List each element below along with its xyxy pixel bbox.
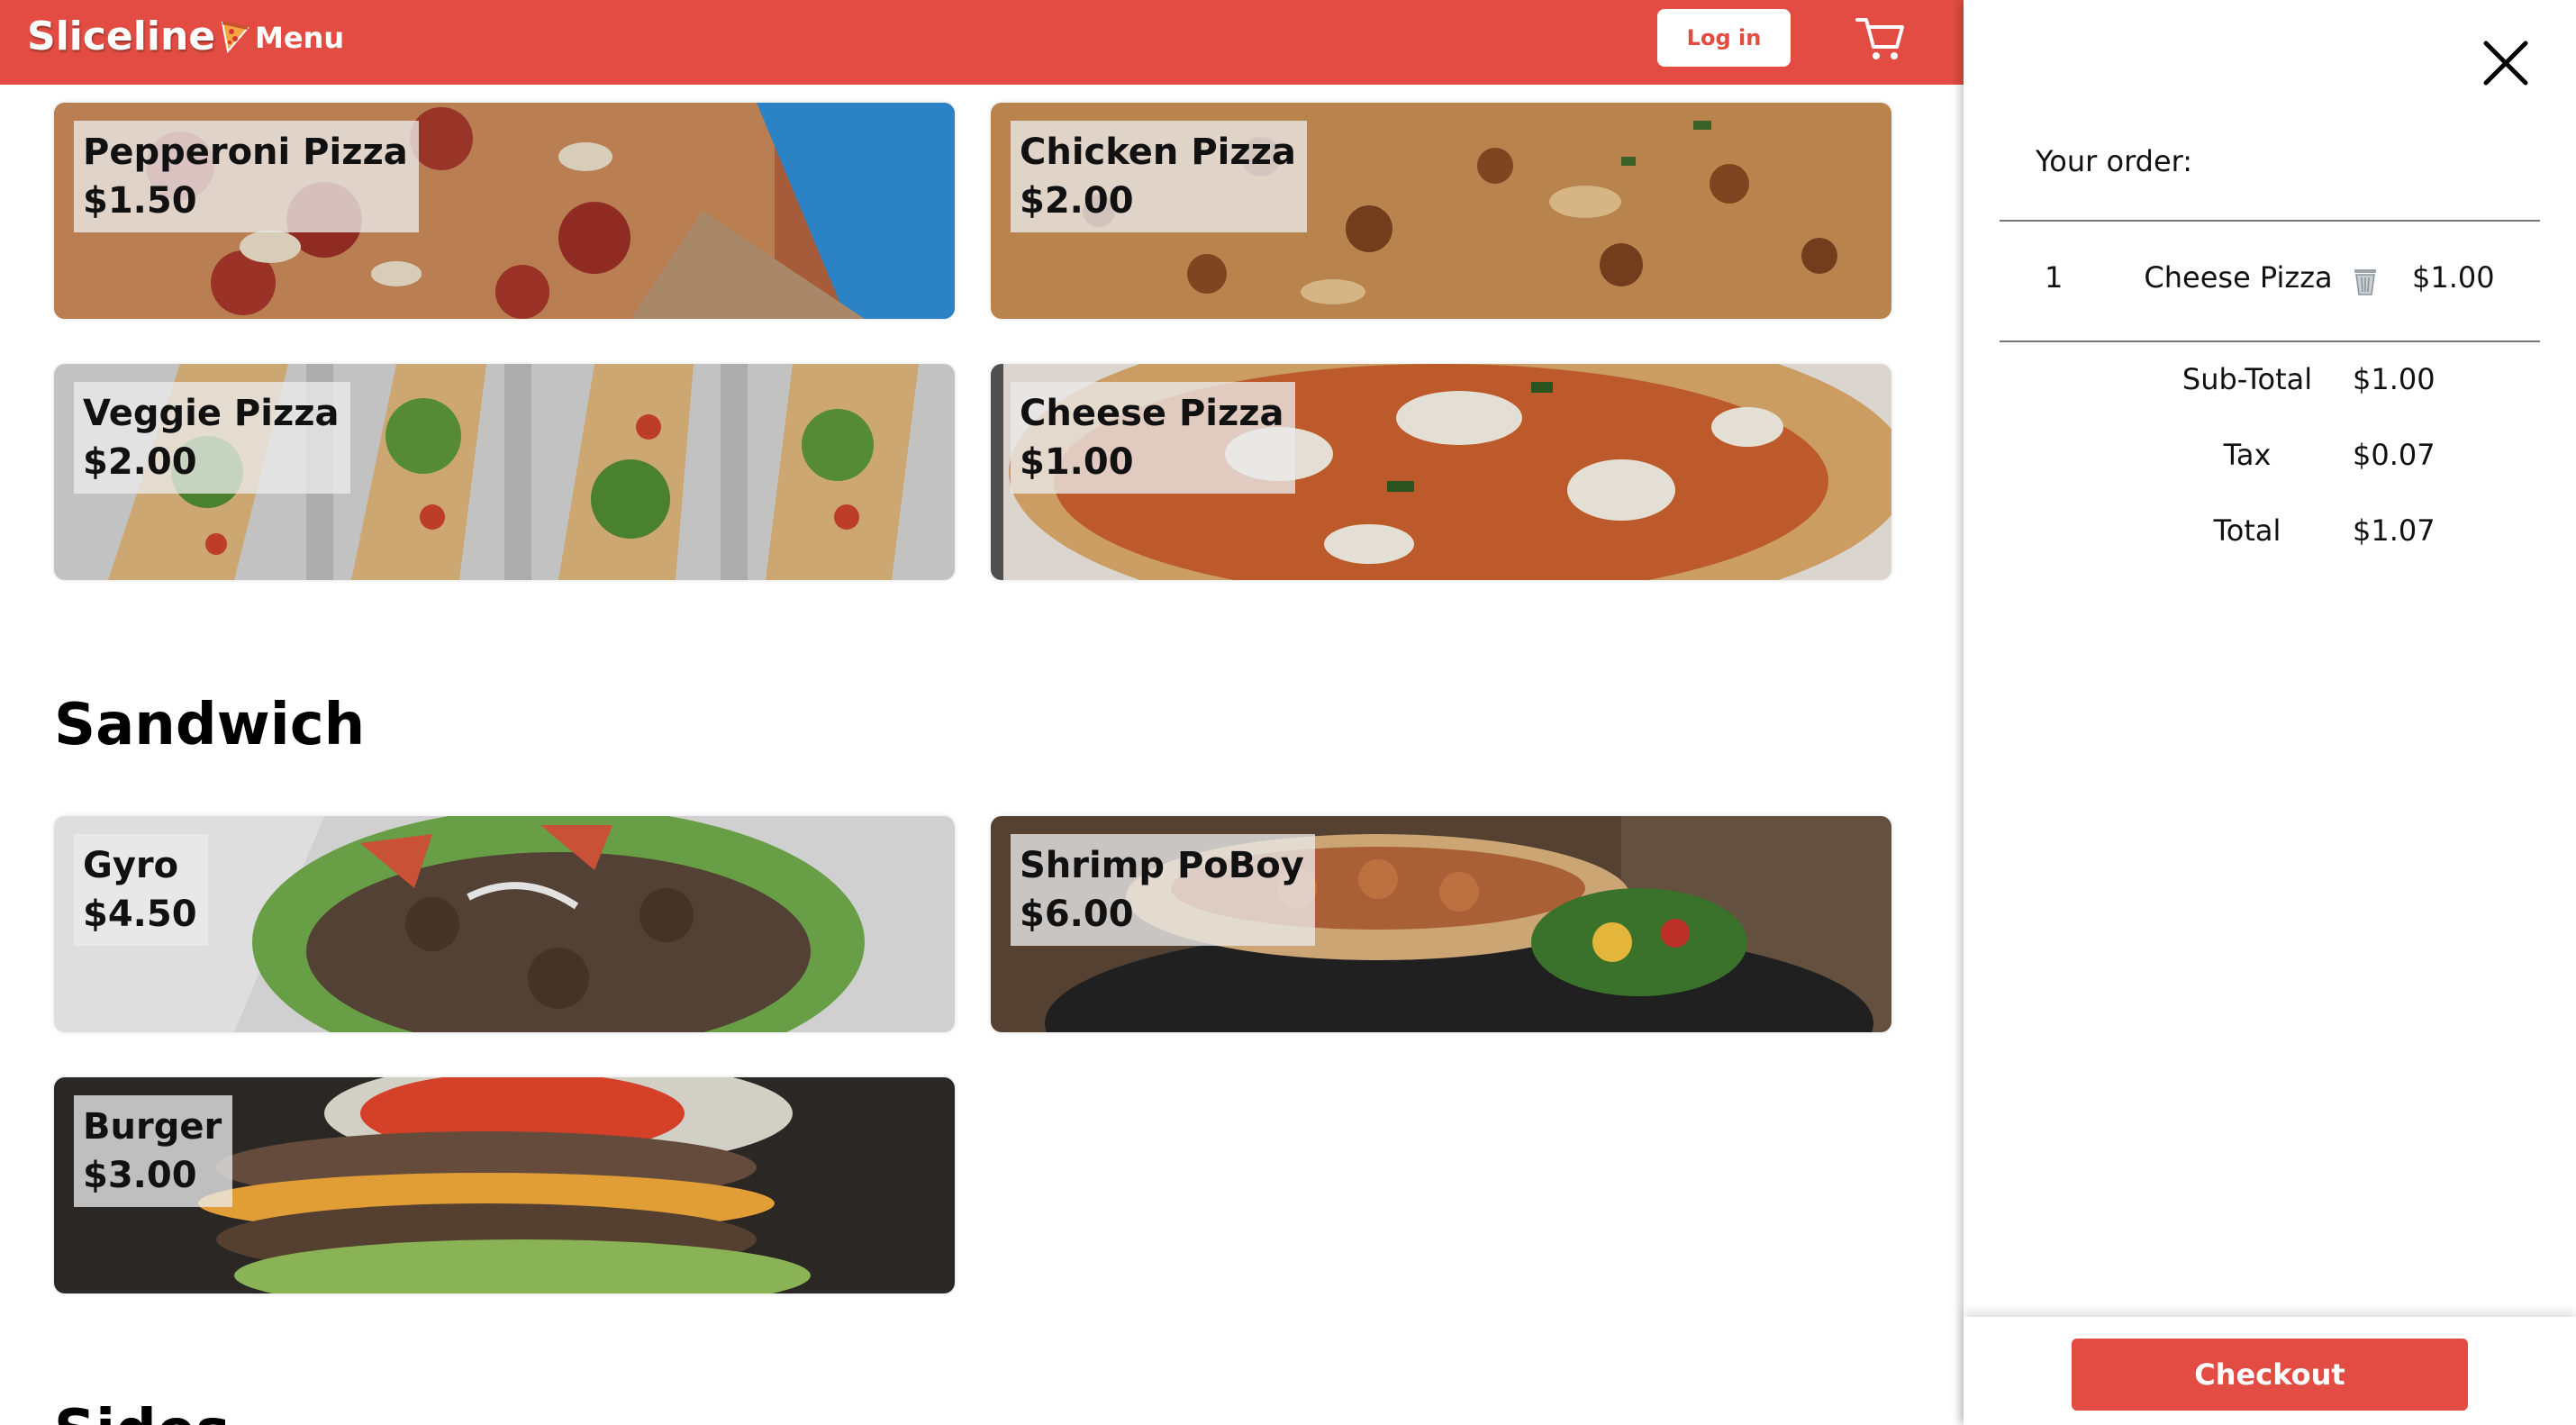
food-card-cheese-pizza[interactable]: Cheese Pizza $1.00	[991, 364, 1891, 580]
food-price: $3.00	[83, 1155, 197, 1196]
total-value: $1.07	[2353, 513, 2435, 548]
close-icon	[2483, 41, 2528, 86]
section-title-sides: Sides	[54, 1398, 230, 1425]
food-name: Gyro	[83, 845, 179, 886]
section-title-sandwich: Sandwich	[54, 692, 366, 758]
food-tag: Gyro $4.50	[74, 834, 208, 946]
food-tag: Shrimp PoBoy $6.00	[1011, 834, 1315, 946]
nav-menu-link[interactable]: Menu	[255, 18, 344, 58]
navbar: Sliceline Menu Log in	[0, 0, 1964, 85]
food-card-burger[interactable]: Burger $3.00	[54, 1077, 955, 1293]
food-price: $2.00	[1020, 180, 1134, 222]
food-name: Chicken Pizza	[1020, 132, 1296, 173]
total-row: Total $1.07	[1964, 508, 2576, 553]
total-label: Total	[2213, 513, 2281, 548]
checkout-bar: Checkout	[1964, 1317, 2576, 1425]
order-item-qty: 1	[2045, 260, 2064, 295]
food-price: $1.00	[1020, 441, 1134, 483]
trash-icon[interactable]	[2351, 264, 2380, 296]
food-tag: Burger $3.00	[74, 1095, 233, 1207]
food-name: Cheese Pizza	[1020, 393, 1284, 434]
tax-value: $0.07	[2353, 438, 2435, 472]
brand-logo[interactable]: Sliceline	[27, 7, 251, 67]
food-tag: Chicken Pizza $2.00	[1011, 121, 1307, 232]
food-tag: Pepperoni Pizza $1.50	[74, 121, 419, 232]
order-item-name: Cheese Pizza	[2144, 260, 2333, 295]
tax-label: Tax	[2223, 438, 2272, 472]
food-name: Shrimp PoBoy	[1020, 845, 1304, 886]
food-card-gyro[interactable]: Gyro $4.50	[54, 816, 955, 1032]
brand-name: Sliceline	[27, 14, 216, 59]
order-panel: Your order: 1 Cheese Pizza $1.00 Sub-Tot…	[1964, 0, 2576, 1425]
login-button[interactable]: Log in	[1657, 9, 1791, 67]
pizza-slice-icon	[221, 21, 249, 54]
order-item-price: $1.00	[2412, 260, 2495, 295]
food-price: $1.50	[83, 180, 197, 222]
food-name: Veggie Pizza	[83, 393, 340, 434]
food-tag: Cheese Pizza $1.00	[1011, 382, 1295, 494]
subtotal-value: $1.00	[2353, 362, 2435, 396]
food-price: $4.50	[83, 894, 197, 935]
close-order-button[interactable]	[2481, 38, 2531, 88]
order-item-row: 1 Cheese Pizza $1.00	[1964, 252, 2576, 303]
food-name: Pepperoni Pizza	[83, 132, 408, 173]
subtotal-label: Sub-Total	[2181, 362, 2313, 396]
subtotal-row: Sub-Total $1.00	[1964, 357, 2576, 402]
food-card-pepperoni-pizza[interactable]: Pepperoni Pizza $1.50	[54, 103, 955, 319]
menu-page: Sliceline Menu Log in Pepperoni Pizza $1…	[0, 0, 1964, 1425]
food-price: $6.00	[1020, 894, 1134, 935]
food-tag: Veggie Pizza $2.00	[74, 382, 350, 494]
food-card-chicken-pizza[interactable]: Chicken Pizza $2.00	[991, 103, 1891, 319]
order-title: Your order:	[2036, 144, 2193, 178]
cart-button[interactable]	[1854, 13, 1908, 63]
food-name: Burger	[83, 1106, 222, 1148]
divider	[2000, 340, 2540, 342]
divider	[2000, 220, 2540, 222]
tax-row: Tax $0.07	[1964, 432, 2576, 477]
food-price: $2.00	[83, 441, 197, 483]
checkout-button[interactable]: Checkout	[2072, 1339, 2468, 1411]
cart-icon	[1855, 18, 1904, 59]
food-card-veggie-pizza[interactable]: Veggie Pizza $2.00	[54, 364, 955, 580]
food-card-shrimp-poboy[interactable]: Shrimp PoBoy $6.00	[991, 816, 1891, 1032]
